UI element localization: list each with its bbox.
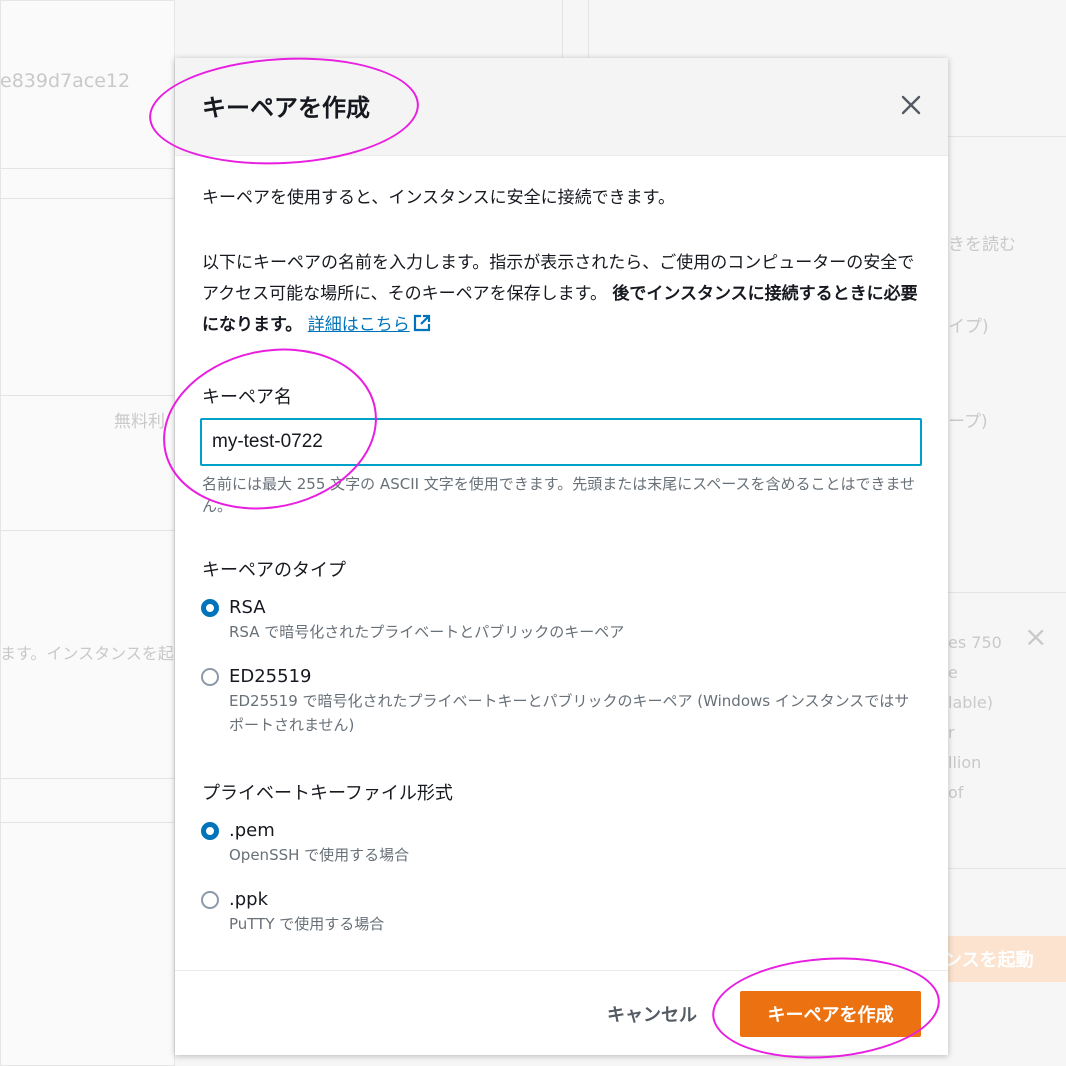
dialog-header: キーペアを作成: [175, 58, 948, 156]
close-button[interactable]: [896, 90, 926, 120]
background-launch-hint: ます。インスタンスを起動: [0, 644, 190, 663]
instructions-text: 以下にキーペアの名前を入力します。指示が表示されたら、ご使用のコンピューターの安…: [202, 248, 927, 341]
background-divider: [948, 592, 1066, 593]
background-divider: [0, 822, 175, 823]
radio-button-selected[interactable]: [201, 599, 219, 617]
radio-option-description: ED25519 で暗号化されたプライベートキーとパブリックのキーペア (Wind…: [229, 692, 910, 734]
background-info-line: r: [948, 723, 955, 742]
radio-option-title: .ppk: [229, 889, 268, 910]
key-pair-name-label: キーペア名: [202, 387, 292, 408]
key-pair-name-input[interactable]: [200, 418, 922, 466]
background-info-line: e: [948, 663, 958, 682]
background-info-line: es 750: [948, 633, 1002, 652]
radio-option-rsa[interactable]: RSA RSA で暗号化されたプライベートとパブリックのキーペア: [201, 596, 919, 644]
radio-option-description: OpenSSH で使用する場合: [229, 846, 410, 864]
background-type-suffix: イプ): [948, 317, 989, 337]
radio-option-ed25519[interactable]: ED25519 ED25519 で暗号化されたプライベートキーとパブリックのキー…: [201, 665, 919, 737]
background-close-icon: ×: [1024, 620, 1048, 653]
background-divider: [948, 136, 1066, 137]
cancel-button[interactable]: キャンセル: [595, 995, 709, 1033]
radio-option-description: PuTTY で使用する場合: [229, 915, 385, 933]
background-info-line: lable): [948, 693, 993, 712]
dialog-footer: キャンセル キーペアを作成: [175, 970, 948, 1055]
private-key-format-label: プライベートキーファイル形式: [202, 783, 453, 804]
background-divider: [562, 0, 563, 58]
intro-text: キーペアを使用すると、インスタンスに安全に接続できます。: [202, 188, 675, 208]
radio-button[interactable]: [201, 668, 219, 686]
radio-option-ppk[interactable]: .ppk PuTTY で使用する場合: [201, 888, 919, 936]
background-read-more: きを読む: [948, 235, 1016, 255]
create-key-pair-button[interactable]: キーペアを作成: [740, 991, 921, 1037]
create-key-pair-dialog: キーペアを作成 キーペアを使用すると、インスタンスに安全に接続できます。 以下に…: [175, 58, 948, 1055]
background-panel-left: [0, 0, 175, 1066]
radio-option-title: RSA: [229, 597, 266, 618]
dialog-title: キーペアを作成: [202, 94, 370, 122]
background-type-suffix: ープ): [948, 412, 988, 432]
external-link-icon[interactable]: [413, 314, 431, 332]
background-launch-button: ンスを起動: [930, 936, 1066, 982]
close-icon: [901, 95, 921, 115]
background-free-label: 無料利: [114, 412, 165, 432]
background-divider: [588, 0, 589, 58]
radio-option-title: ED25519: [229, 666, 312, 687]
background-id-fragment: e839d7ace12: [0, 70, 131, 92]
radio-option-pem[interactable]: .pem OpenSSH で使用する場合: [201, 819, 919, 867]
background-info-line: llion: [948, 753, 982, 772]
background-divider: [948, 868, 1066, 869]
key-pair-type-label: キーペアのタイプ: [202, 560, 346, 581]
radio-option-description: RSA で暗号化されたプライベートとパブリックのキーペア: [229, 623, 625, 641]
background-divider: [0, 198, 175, 199]
background-info-line: of: [948, 783, 964, 802]
radio-button-selected[interactable]: [201, 822, 219, 840]
radio-button[interactable]: [201, 891, 219, 909]
background-divider: [0, 778, 175, 779]
details-link[interactable]: 詳細はこちら: [308, 315, 410, 335]
background-divider: [0, 530, 175, 531]
background-divider: [0, 395, 175, 396]
radio-option-title: .pem: [229, 820, 275, 841]
background-divider: [0, 168, 175, 169]
key-pair-name-hint: 名前には最大 255 文字の ASCII 文字を使用できます。先頭または末尾にス…: [202, 475, 916, 515]
